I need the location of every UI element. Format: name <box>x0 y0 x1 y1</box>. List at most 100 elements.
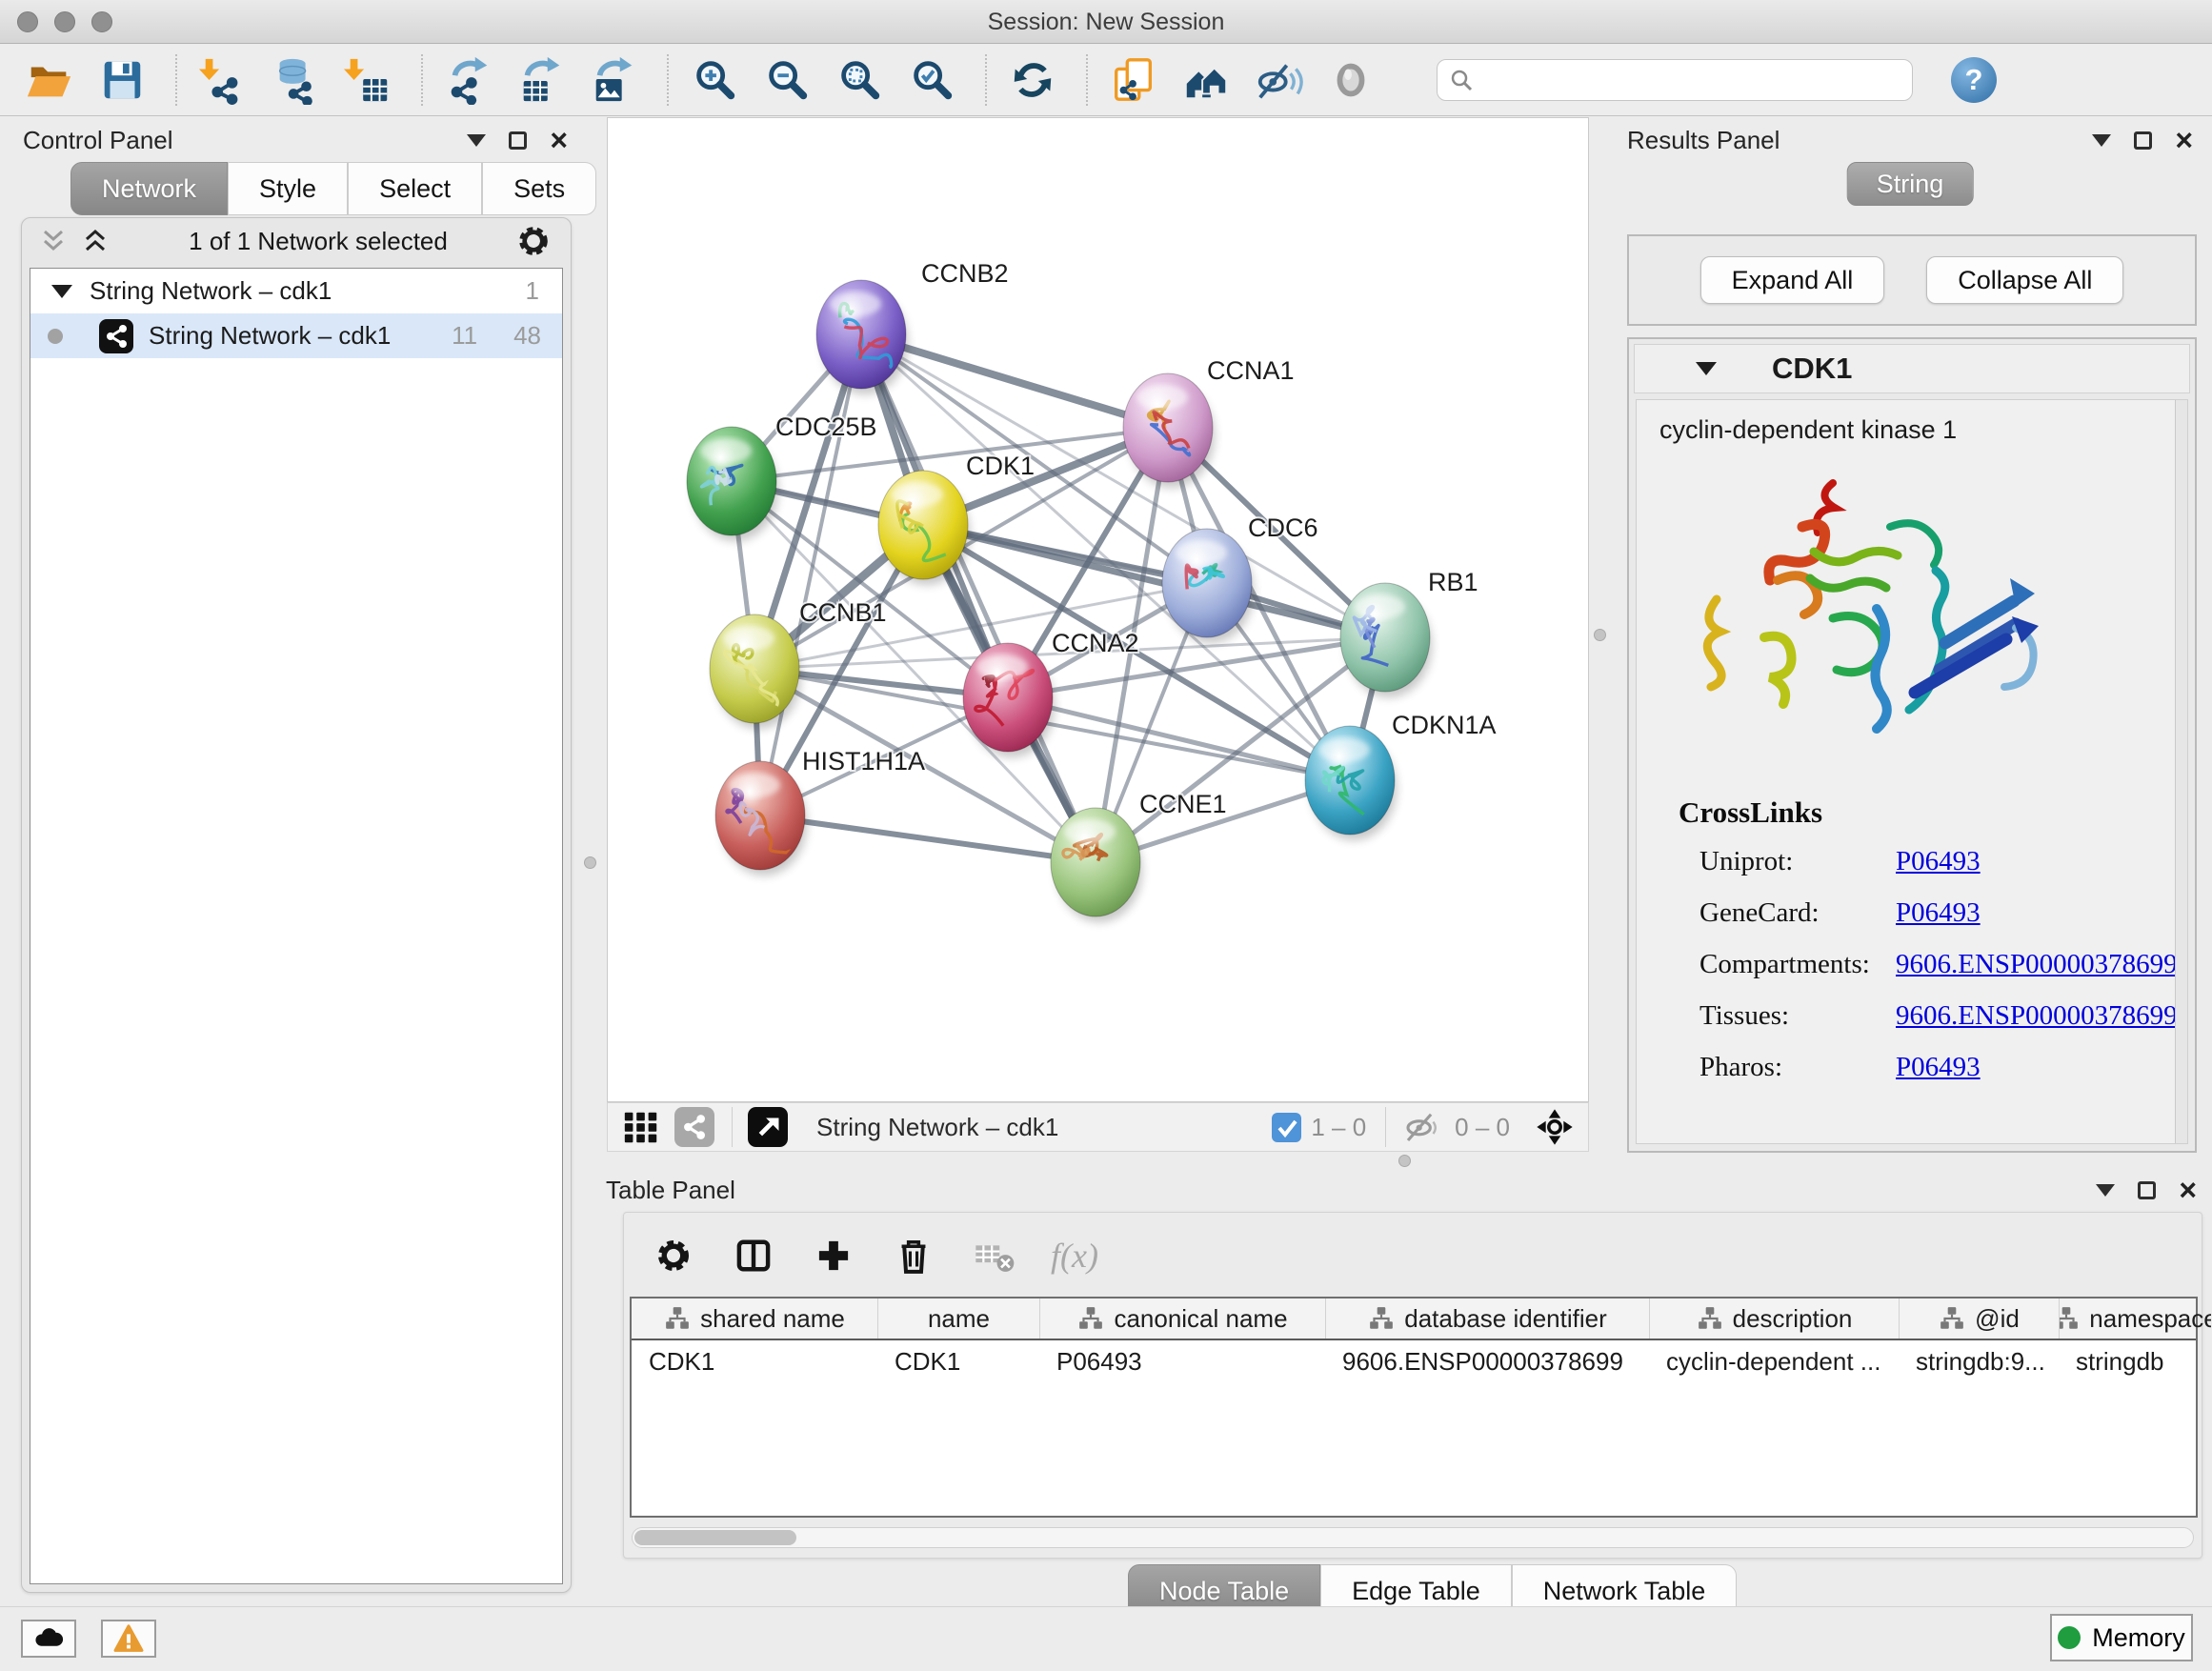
network-node-cdk1[interactable] <box>878 471 970 585</box>
network-edge[interactable] <box>861 334 1096 862</box>
float-panel-icon[interactable] <box>2134 131 2152 150</box>
network-edge[interactable] <box>760 334 861 815</box>
open-session-button[interactable] <box>23 53 76 107</box>
gear-icon[interactable] <box>513 221 553 261</box>
zoom-fit-button[interactable] <box>833 53 886 107</box>
show-columns-icon[interactable] <box>731 1233 776 1278</box>
network-row-selected[interactable]: String Network – cdk1 11 48 <box>30 313 562 358</box>
table-cell[interactable]: CDK1 <box>877 1340 1039 1382</box>
birdseye-crosshair-icon[interactable] <box>1535 1107 1575 1147</box>
column-header--id[interactable]: @id <box>1899 1299 2059 1339</box>
export-network-button[interactable] <box>442 53 495 107</box>
tab-string[interactable]: String <box>1847 162 1974 206</box>
panel-menu-icon[interactable] <box>467 134 486 147</box>
hide-selected-button[interactable] <box>1252 53 1305 107</box>
crosslink-compartments-link[interactable]: 9606.ENSP00000378699 <box>1896 949 2178 980</box>
import-network-file-button[interactable] <box>196 53 250 107</box>
column-header-database-identifier[interactable]: database identifier <box>1325 1299 1649 1339</box>
open-in-window-icon[interactable] <box>748 1107 788 1147</box>
show-hidden-button[interactable] <box>1324 53 1377 107</box>
export-image-button[interactable] <box>587 53 640 107</box>
splitter-handle[interactable] <box>1594 629 1606 641</box>
minimize-window-button[interactable] <box>54 11 75 32</box>
crosslink-uniprot-link[interactable]: P06493 <box>1896 846 1981 877</box>
tab-network[interactable]: Network <box>70 162 228 215</box>
share-view-icon[interactable] <box>674 1107 714 1147</box>
column-header-canonical-name[interactable]: canonical name <box>1039 1299 1325 1339</box>
collapse-all-button[interactable]: Collapse All <box>1926 256 2123 304</box>
grid-view-icon[interactable] <box>621 1107 661 1147</box>
network-collection-row[interactable]: String Network – cdk1 1 <box>30 269 562 313</box>
column-header-namespace[interactable]: namespace <box>2059 1299 2211 1339</box>
splitter-handle[interactable] <box>584 856 596 869</box>
maximize-window-button[interactable] <box>91 11 112 32</box>
float-panel-icon[interactable] <box>509 131 527 150</box>
close-panel-icon[interactable]: × <box>2175 125 2193 155</box>
column-header-name[interactable]: name <box>877 1299 1039 1339</box>
column-header-shared-name[interactable]: shared name <box>632 1299 877 1339</box>
network-node-cdkn1a[interactable] <box>1305 726 1397 840</box>
selected-checkbox-icon[interactable] <box>1272 1113 1301 1142</box>
expand-all-button[interactable]: Expand All <box>1700 256 1885 304</box>
clone-network-button[interactable] <box>1107 53 1160 107</box>
warning-status-button[interactable] <box>101 1620 156 1658</box>
table-cell[interactable]: CDK1 <box>632 1340 877 1382</box>
network-canvas[interactable]: CCNB2CCNA1CDC25BCDK1CDC6RB1CCNB1CCNA2CDK… <box>607 117 1589 1102</box>
table-cell[interactable]: 9606.ENSP00000378699 <box>1325 1340 1649 1382</box>
zoom-in-button[interactable] <box>688 53 741 107</box>
network-node-hist1h1a[interactable] <box>715 761 807 876</box>
cloud-status-button[interactable] <box>21 1620 76 1658</box>
close-panel-icon[interactable]: × <box>550 125 568 155</box>
float-panel-icon[interactable] <box>2138 1181 2156 1199</box>
delete-column-icon[interactable] <box>891 1233 936 1278</box>
neighbors-button[interactable] <box>1179 53 1233 107</box>
network-node-cdc25b[interactable] <box>687 427 778 541</box>
memory-button[interactable]: Memory <box>2050 1614 2193 1661</box>
collapse-row-icon[interactable] <box>51 285 72 298</box>
collapse-all-icon[interactable] <box>39 227 68 255</box>
network-node-ccnb2[interactable] <box>816 280 908 394</box>
crosslink-tissues-link[interactable]: 9606.ENSP00000378699 <box>1896 1000 2178 1032</box>
table-cell[interactable]: cyclin-dependent ... <box>1649 1340 1899 1382</box>
network-node-ccnb1[interactable] <box>710 614 801 729</box>
tab-select[interactable]: Select <box>348 162 482 215</box>
network-node-cdc6[interactable] <box>1162 529 1254 643</box>
network-node-ccna1[interactable] <box>1123 373 1215 488</box>
network-node-ccne1[interactable] <box>1051 808 1142 922</box>
table-settings-gear-icon[interactable] <box>651 1233 696 1278</box>
eye-slash-icon <box>1254 55 1303 105</box>
collapse-section-icon[interactable] <box>1696 362 1717 375</box>
tab-sets[interactable]: Sets <box>482 162 596 215</box>
save-session-button[interactable] <box>95 53 149 107</box>
import-table-button[interactable] <box>341 53 394 107</box>
network-node-rb1[interactable] <box>1340 583 1432 697</box>
export-table-button[interactable] <box>514 53 568 107</box>
add-column-icon[interactable] <box>811 1233 856 1278</box>
tab-style[interactable]: Style <box>228 162 348 215</box>
scrollbar-thumb[interactable] <box>634 1530 796 1545</box>
help-button[interactable]: ? <box>1951 57 1997 103</box>
table-cell[interactable]: P06493 <box>1039 1340 1325 1382</box>
expand-all-icon[interactable] <box>81 227 110 255</box>
network-edge[interactable] <box>760 815 1096 862</box>
table-row[interactable]: CDK1CDK1P064939606.ENSP00000378699cyclin… <box>632 1340 2196 1382</box>
horizontal-scrollbar[interactable] <box>632 1527 2194 1548</box>
import-network-database-button[interactable] <box>269 53 322 107</box>
close-window-button[interactable] <box>17 11 38 32</box>
zoom-selected-button[interactable] <box>905 53 958 107</box>
search-input[interactable] <box>1481 67 1900 93</box>
vertical-scrollbar[interactable] <box>2175 400 2187 1143</box>
panel-menu-icon[interactable] <box>2096 1184 2115 1197</box>
crosslink-pharos-link[interactable]: P06493 <box>1896 1052 1981 1083</box>
refresh-button[interactable] <box>1006 53 1059 107</box>
splitter-handle[interactable] <box>1398 1155 1411 1167</box>
table-cell[interactable]: stringdb <box>2059 1340 2211 1382</box>
network-node-ccna2[interactable] <box>963 643 1055 757</box>
table-cell[interactable]: stringdb:9... <box>1899 1340 2059 1382</box>
column-header-description[interactable]: description <box>1649 1299 1899 1339</box>
close-panel-icon[interactable]: × <box>2179 1175 2197 1205</box>
crosslink-genecard-link[interactable]: P06493 <box>1896 897 1981 929</box>
zoom-out-button[interactable] <box>760 53 814 107</box>
panel-menu-icon[interactable] <box>2092 134 2111 147</box>
gene-section-header[interactable]: CDK1 <box>1634 344 2190 393</box>
